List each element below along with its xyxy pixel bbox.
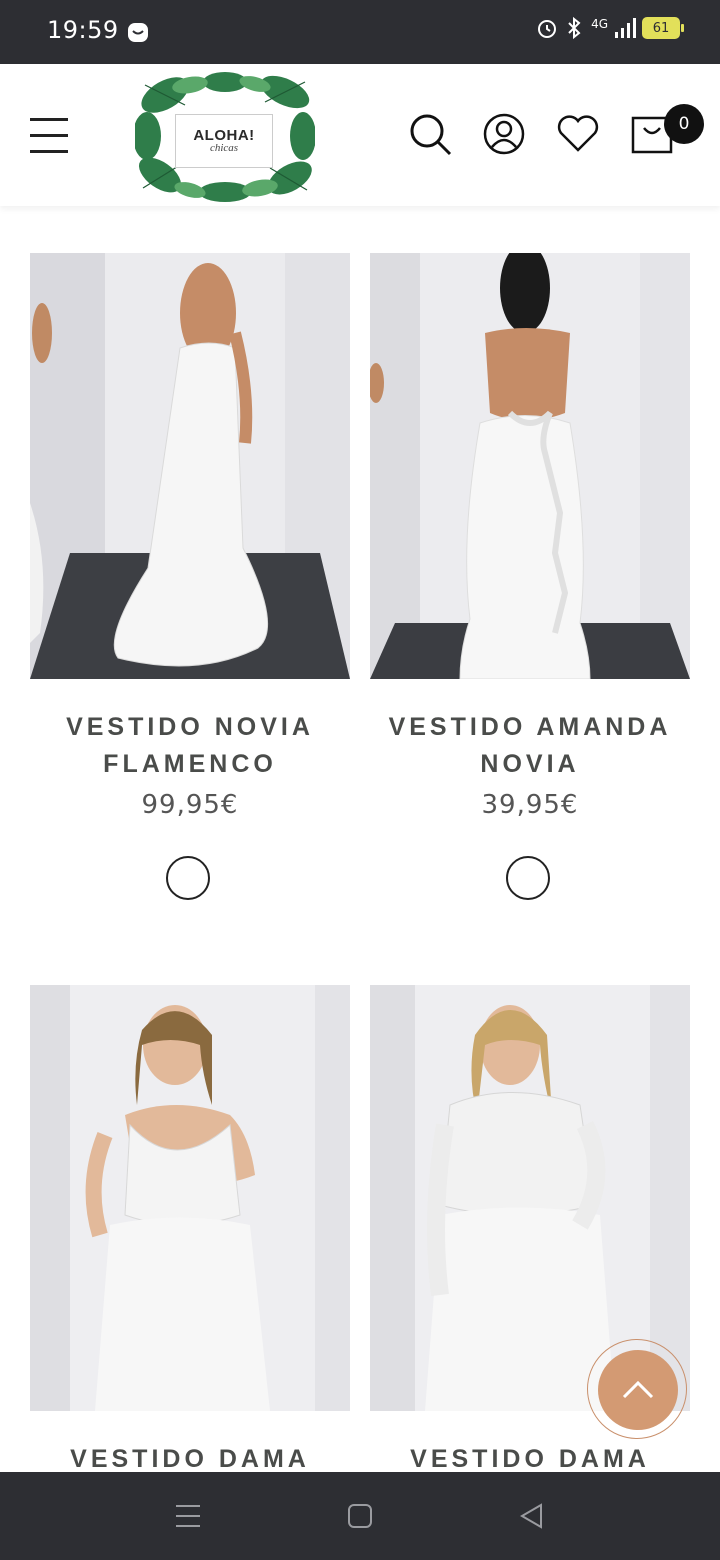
chevron-up-icon bbox=[622, 1380, 654, 1399]
alarm-icon bbox=[538, 20, 557, 38]
bluetooth-icon bbox=[568, 16, 581, 40]
color-swatch[interactable] bbox=[166, 856, 210, 900]
menu-icon[interactable] bbox=[30, 118, 68, 154]
dress-photo bbox=[370, 253, 690, 679]
home-icon[interactable] bbox=[347, 1503, 373, 1529]
status-bar: 19:59 4G 61 bbox=[0, 0, 720, 64]
search-icon[interactable] bbox=[408, 112, 452, 156]
product-image[interactable] bbox=[30, 253, 350, 679]
status-icons: 4G 61 bbox=[535, 16, 684, 40]
battery-level: 61 bbox=[652, 20, 670, 36]
account-icon[interactable] bbox=[482, 112, 526, 156]
recent-apps-icon[interactable] bbox=[174, 1502, 202, 1530]
product-title[interactable]: VESTIDO NOVIA FLAMENCO bbox=[20, 709, 360, 783]
dress-photo bbox=[30, 253, 350, 679]
product-image[interactable] bbox=[30, 985, 350, 1411]
product-price: 99,95€ bbox=[141, 790, 239, 820]
site-header: ALOHA! chicas bbox=[0, 64, 720, 206]
app-notification-icon bbox=[128, 23, 148, 42]
dress-photo bbox=[30, 985, 350, 1411]
site-logo[interactable]: ALOHA! chicas bbox=[135, 70, 315, 202]
status-time: 19:59 bbox=[47, 16, 119, 44]
product-image[interactable] bbox=[370, 253, 690, 679]
network-type: 4G bbox=[591, 17, 608, 31]
back-icon[interactable] bbox=[519, 1503, 545, 1529]
logo-label-box: ALOHA! chicas bbox=[175, 114, 273, 168]
system-nav-bar bbox=[0, 1472, 720, 1560]
cart-count-badge[interactable]: 0 bbox=[664, 104, 704, 144]
scroll-to-top-button[interactable] bbox=[598, 1350, 678, 1430]
color-swatch[interactable] bbox=[506, 856, 550, 900]
wishlist-heart-icon[interactable] bbox=[556, 112, 600, 156]
product-price: 39,95€ bbox=[481, 790, 579, 820]
signal-icon bbox=[615, 18, 636, 38]
product-title[interactable]: VESTIDO AMANDA NOVIA bbox=[360, 709, 700, 783]
battery-icon: 61 bbox=[642, 17, 684, 39]
logo-subtitle: chicas bbox=[209, 142, 239, 154]
